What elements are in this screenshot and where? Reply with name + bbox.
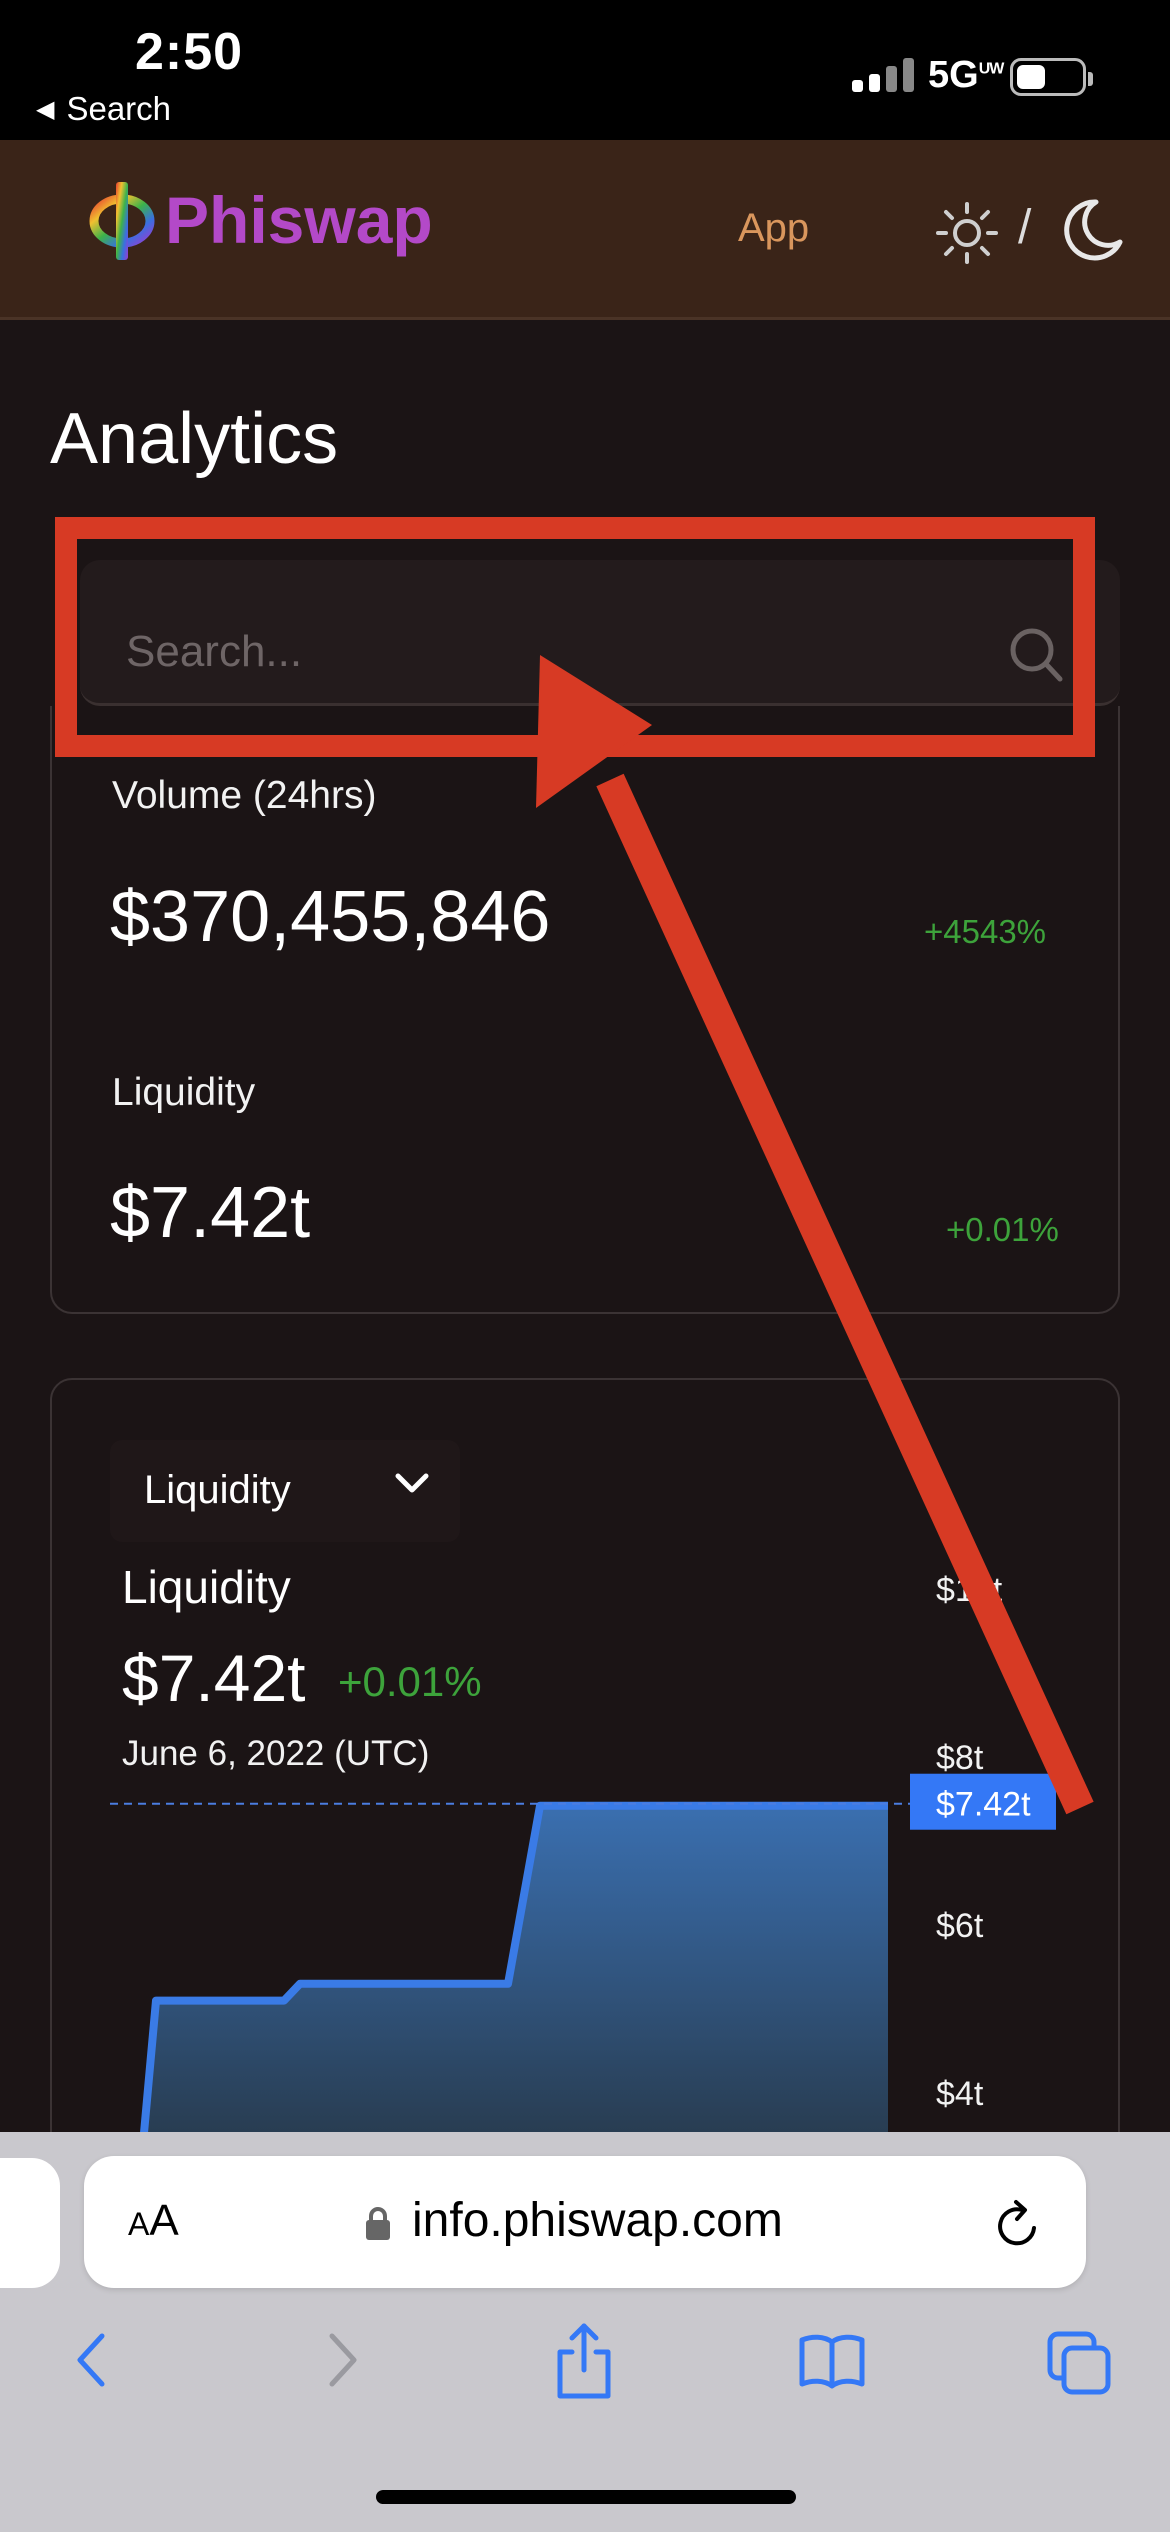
bookmarks-icon[interactable] bbox=[796, 2320, 868, 2400]
signal-icon bbox=[852, 58, 914, 92]
moon-icon[interactable] bbox=[1062, 196, 1124, 264]
liquidity-value: $7.42t bbox=[110, 1173, 311, 1253]
status-bar: 2:50 ◀ Search 5GUW bbox=[0, 0, 1170, 140]
search-icon[interactable] bbox=[1008, 624, 1064, 684]
battery-icon bbox=[1010, 58, 1093, 96]
volume-label: Volume (24hrs) bbox=[112, 774, 377, 817]
liquidity-change: +0.01% bbox=[946, 1211, 1059, 1248]
volume-value: $370,455,846 bbox=[110, 877, 551, 957]
lock-icon bbox=[366, 2207, 390, 2240]
volume-change: +4543% bbox=[924, 913, 1047, 950]
screen: 2:50 ◀ Search 5GUW Phiswap App / Analyti… bbox=[0, 0, 1170, 2532]
back-to-search-button[interactable]: ◀ Search bbox=[36, 90, 171, 128]
previous-tab-peek[interactable] bbox=[0, 2158, 60, 2288]
chevron-down-icon[interactable] bbox=[392, 1466, 432, 1500]
chart-date: June 6, 2022 (UTC) bbox=[122, 1734, 430, 1773]
chart-value: $7.42t bbox=[122, 1641, 306, 1715]
reload-icon[interactable] bbox=[992, 2198, 1044, 2252]
back-label: Search bbox=[66, 90, 172, 127]
network-indicator: 5GUW bbox=[928, 54, 1004, 96]
home-indicator bbox=[376, 2490, 796, 2504]
url-text[interactable]: info.phiswap.com bbox=[412, 2193, 783, 2248]
liquidity-label: Liquidity bbox=[112, 1071, 256, 1114]
logo-text[interactable]: Phiswap bbox=[165, 182, 433, 258]
page-title: Analytics bbox=[50, 399, 339, 479]
nav-app-link[interactable]: App bbox=[738, 206, 809, 251]
share-icon[interactable] bbox=[548, 2320, 620, 2400]
text-size-button[interactable]: AA bbox=[128, 2196, 179, 2246]
sun-icon[interactable] bbox=[934, 200, 1000, 266]
search-input[interactable] bbox=[126, 624, 986, 680]
back-triangle-icon: ◀ bbox=[36, 95, 55, 123]
forward-arrow-icon[interactable] bbox=[304, 2320, 376, 2400]
site-header: Phiswap App / bbox=[0, 140, 1170, 320]
dropdown-selected: Liquidity bbox=[144, 1468, 291, 1512]
phiswap-logo-icon[interactable] bbox=[86, 180, 158, 262]
chart-title: Liquidity bbox=[122, 1561, 291, 1613]
back-arrow-icon[interactable] bbox=[58, 2320, 130, 2400]
chart-change: +0.01% bbox=[338, 1658, 482, 1705]
theme-separator: / bbox=[1018, 201, 1032, 254]
status-time: 2:50 bbox=[135, 23, 244, 81]
tabs-icon[interactable] bbox=[1044, 2320, 1116, 2400]
